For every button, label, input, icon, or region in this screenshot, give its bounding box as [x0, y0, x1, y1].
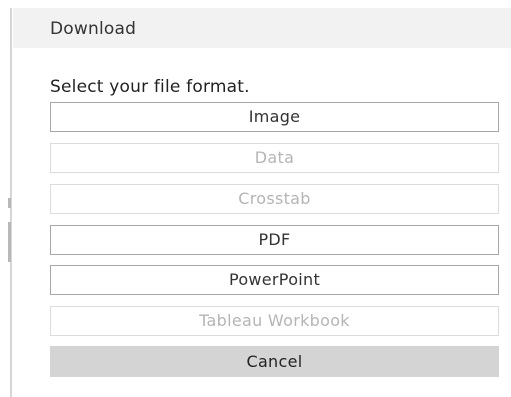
pdf-format-button[interactable]: PDF — [50, 225, 499, 255]
background-panel-tick — [8, 198, 11, 208]
data-format-button: Data — [50, 143, 499, 173]
dialog-title: Download — [50, 19, 137, 39]
page: Download Select your file format. Image … — [0, 0, 511, 397]
download-dialog: Download Select your file format. Image … — [13, 8, 511, 397]
dialog-header: Download — [13, 8, 511, 48]
tableau-workbook-format-button: Tableau Workbook — [50, 306, 499, 336]
powerpoint-format-button[interactable]: PowerPoint — [50, 265, 499, 295]
image-format-button[interactable]: Image — [50, 102, 499, 132]
background-panel-tick — [8, 222, 11, 262]
crosstab-format-button: Crosstab — [50, 184, 499, 214]
cancel-button[interactable]: Cancel — [50, 346, 499, 377]
format-prompt: Select your file format. — [50, 77, 250, 97]
